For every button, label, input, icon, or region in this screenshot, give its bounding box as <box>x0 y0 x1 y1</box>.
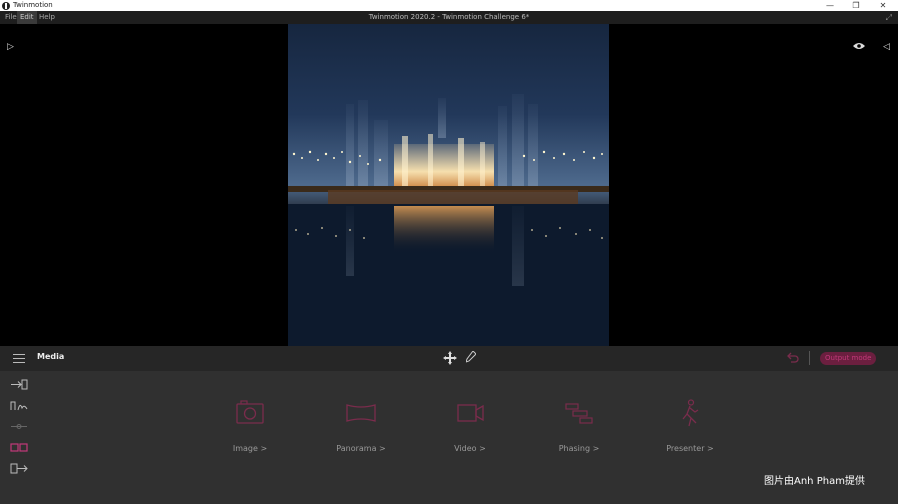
toolbar-separator <box>809 351 810 365</box>
chevron-right-icon: > <box>379 444 386 453</box>
media-item-label: Presenter <box>666 444 705 453</box>
chevron-right-icon: > <box>707 444 714 453</box>
pencil-icon[interactable] <box>466 351 476 363</box>
export-icon[interactable] <box>10 463 28 474</box>
media-toolbar: Media Output mode <box>0 346 898 371</box>
phasing-icon <box>565 403 593 424</box>
presenter-icon <box>682 399 699 427</box>
chevron-right-icon: > <box>592 444 600 453</box>
fullscreen-icon[interactable]: ⤢ <box>886 11 892 24</box>
watermark-text: 图片由Anh Pham提供 <box>764 476 865 487</box>
close-button[interactable]: ✕ <box>869 0 897 11</box>
media-item-presenter[interactable]: Presenter > <box>645 399 735 469</box>
eye-icon[interactable] <box>853 42 865 50</box>
animation-path-icon[interactable] <box>10 400 28 411</box>
media-item-image[interactable]: Image > <box>205 399 295 469</box>
chevron-right-icon: > <box>479 444 486 453</box>
output-mode-button[interactable]: Output mode <box>820 352 877 365</box>
title-bar: Twinmotion — ❐ ✕ <box>0 0 898 11</box>
expand-right-panel-icon[interactable]: ◁ <box>883 42 890 52</box>
undo-icon[interactable] <box>787 352 799 364</box>
media-item-label: Phasing <box>558 444 591 453</box>
camera-icon <box>236 400 264 424</box>
chevron-right-icon: > <box>260 444 268 453</box>
media-item-video[interactable]: Video > <box>425 399 515 469</box>
left-toolbar <box>10 379 30 484</box>
panorama-icon <box>346 404 376 422</box>
minimize-button[interactable]: — <box>816 0 844 11</box>
media-items: Image > Panorama > Video > Phasing > Pre… <box>220 399 740 469</box>
video-icon <box>457 404 484 422</box>
menu-edit[interactable]: Edit <box>17 11 37 24</box>
viewport[interactable]: ▷ ◁ <box>0 24 898 346</box>
expand-left-panel-icon[interactable]: ▷ <box>7 42 14 52</box>
hamburger-menu-icon[interactable] <box>13 354 25 363</box>
app-title: Twinmotion <box>2 0 53 11</box>
import-icon[interactable] <box>10 379 28 390</box>
section-title: Media <box>37 352 65 361</box>
media-item-panorama[interactable]: Panorama > <box>316 399 406 469</box>
media-item-phasing[interactable]: Phasing > <box>534 399 624 469</box>
app-name: Twinmotion <box>13 1 53 9</box>
menu-help[interactable]: Help <box>36 11 58 24</box>
document-title: Twinmotion 2020.2 - Twinmotion Challenge… <box>368 13 530 21</box>
timeline-icon[interactable] <box>10 421 28 432</box>
media-icon[interactable] <box>10 442 28 453</box>
media-item-label: Video <box>454 444 477 453</box>
twinmotion-logo-icon <box>2 1 10 10</box>
maximize-button[interactable]: ❐ <box>842 0 870 11</box>
media-panel: Image > Panorama > Video > Phasing > Pre… <box>0 371 898 504</box>
render-preview <box>288 24 609 346</box>
media-item-label: Panorama <box>336 444 377 453</box>
render-scene-graphic <box>288 94 609 346</box>
menu-bar: Twinmotion 2020.2 - Twinmotion Challenge… <box>0 11 898 24</box>
move-icon[interactable] <box>443 351 457 365</box>
media-item-label: Image <box>232 444 258 453</box>
